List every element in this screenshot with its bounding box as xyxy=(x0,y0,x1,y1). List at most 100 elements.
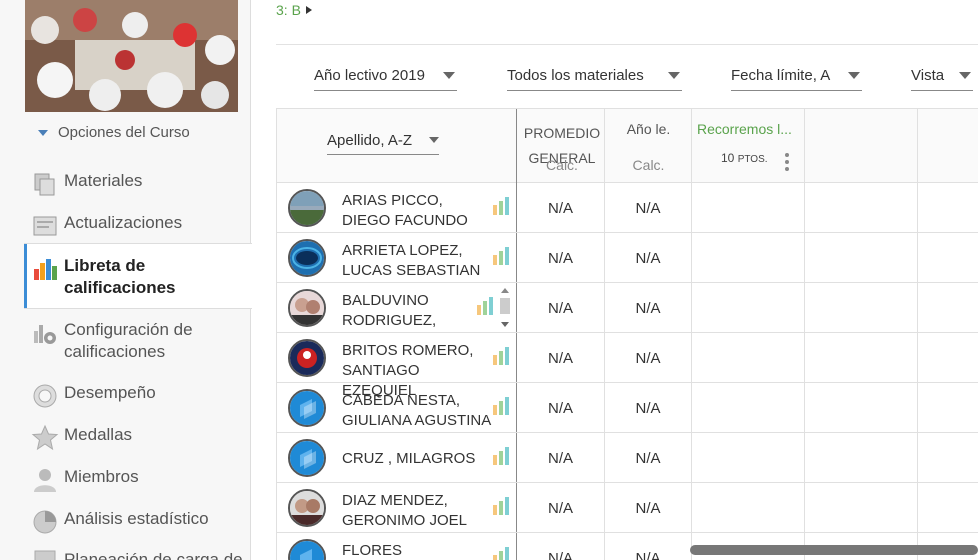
chevron-down-icon xyxy=(848,72,860,79)
avatar[interactable] xyxy=(288,189,326,227)
year-cell[interactable]: N/A xyxy=(605,433,691,483)
course-options-toggle[interactable]: Opciones del Curso xyxy=(38,124,190,141)
year-cell[interactable]: N/A xyxy=(605,233,691,283)
sidebar-item-planeacion[interactable]: Planeación de carga de xyxy=(24,549,251,560)
mastery-chart-icon[interactable] xyxy=(493,397,509,415)
updates-icon xyxy=(33,216,57,236)
promedio-cell[interactable]: N/A xyxy=(517,333,604,383)
promedio-cell[interactable]: N/A xyxy=(517,283,604,333)
sidebar-item-label: Planeación de carga de xyxy=(64,550,243,560)
sidebar-item-configuracion[interactable]: Configuración de calificaciones xyxy=(24,319,251,363)
avatar[interactable] xyxy=(288,539,326,560)
student-name[interactable]: BALDUVINO RODRIGUEZ, xyxy=(342,291,492,331)
view-select[interactable]: Vista xyxy=(911,64,973,91)
student-sort-label: Apellido, A-Z xyxy=(327,131,413,149)
sidebar-item-actualizaciones[interactable]: Actualizaciones xyxy=(24,212,251,240)
materials-filter-select[interactable]: Todos los materiales xyxy=(507,64,682,91)
due-date-sort-label: Fecha límite, A xyxy=(731,67,831,84)
year-filter-label: Año lectivo 2019 xyxy=(314,67,425,84)
promedio-cell[interactable]: N/A xyxy=(517,183,604,233)
student-name[interactable]: DIAZ MENDEZ, GERONIMO JOEL xyxy=(342,491,492,531)
sidebar-item-label: Materiales xyxy=(64,171,143,190)
more-options-icon[interactable] xyxy=(785,153,789,174)
year-cell[interactable]: N/A xyxy=(605,533,691,560)
mastery-chart-icon[interactable] xyxy=(493,547,509,560)
chevron-down-icon xyxy=(959,72,971,79)
table-row: DIAZ MENDEZ, GERONIMO JOEL N/A N/A xyxy=(277,483,978,533)
avatar[interactable] xyxy=(288,339,326,377)
breadcrumb-label: 3: B xyxy=(276,2,301,18)
year-calc-label: Calc. xyxy=(632,157,665,173)
promedio-cell[interactable]: N/A xyxy=(517,433,604,483)
analytics-icon xyxy=(33,510,57,534)
avatar[interactable] xyxy=(288,289,326,327)
chevron-down-icon xyxy=(668,72,680,79)
sidebar-item-label: Configuración de calificaciones xyxy=(64,320,193,361)
sidebar-item-label: Miembros xyxy=(64,467,139,486)
year-cell[interactable]: N/A xyxy=(605,483,691,533)
avatar[interactable] xyxy=(288,389,326,427)
avatar[interactable] xyxy=(288,439,326,477)
gradebook-grid: Apellido, A-Z PROMEDIO GENERAL Calc. Año… xyxy=(276,108,978,560)
sidebar-item-label: Actualizaciones xyxy=(64,213,183,232)
members-icon xyxy=(34,469,56,492)
points-value: 10 xyxy=(721,151,735,165)
mastery-chart-icon[interactable] xyxy=(493,497,509,515)
due-date-sort-select[interactable]: Fecha límite, A xyxy=(731,64,862,91)
mastery-chart-icon[interactable] xyxy=(493,247,509,265)
sidebar-item-label: Desempeño xyxy=(64,383,156,402)
promedio-cell[interactable]: N/A xyxy=(517,533,604,560)
student-name[interactable]: ARRIETA LOPEZ, LUCAS SEBASTIAN xyxy=(342,241,492,281)
sidebar-item-label: Análisis estadístico xyxy=(64,509,209,528)
view-label: Vista xyxy=(911,67,945,84)
sidebar-item-label: Medallas xyxy=(64,425,133,444)
grade-settings-icon xyxy=(34,325,56,344)
student-name[interactable]: FLORES FIGUEREDO, xyxy=(342,541,492,560)
student-name[interactable]: CRUZ , MILAGROS xyxy=(342,449,492,469)
avatar[interactable] xyxy=(288,489,326,527)
table-row: CABEDA NESTA, GIULIANA AGUSTINA N/A N/A xyxy=(277,383,978,433)
sidebar-item-miembros[interactable]: Miembros xyxy=(24,466,251,494)
course-photo[interactable] xyxy=(25,0,238,112)
year-cell[interactable]: N/A xyxy=(605,333,691,383)
caret-right-icon xyxy=(305,6,312,14)
promedio-cell[interactable]: N/A xyxy=(517,233,604,283)
course-options-label: Opciones del Curso xyxy=(58,124,190,141)
assignment-header-title[interactable]: Recorremos l... xyxy=(697,121,792,137)
performance-icon xyxy=(33,384,57,408)
promedio-calc-label: Calc. xyxy=(546,157,578,173)
student-name[interactable]: ARIAS PICCO, DIEGO FACUNDO xyxy=(342,191,492,231)
student-sort-select[interactable]: Apellido, A-Z xyxy=(327,129,439,155)
divider xyxy=(276,44,978,45)
grid-header: Apellido, A-Z PROMEDIO GENERAL Calc. Año… xyxy=(277,109,978,183)
mastery-chart-icon[interactable] xyxy=(493,197,509,215)
sidebar-item-medallas[interactable]: Medallas xyxy=(24,424,251,452)
promedio-cell[interactable]: N/A xyxy=(517,483,604,533)
chevron-down-icon xyxy=(429,137,439,143)
student-name[interactable]: CABEDA NESTA, GIULIANA AGUSTINA xyxy=(342,391,492,431)
year-cell[interactable]: N/A xyxy=(605,383,691,433)
points-unit: PTOS. xyxy=(737,154,768,165)
avatar[interactable] xyxy=(288,239,326,277)
badges-icon xyxy=(31,424,59,451)
year-cell[interactable]: N/A xyxy=(605,283,691,333)
mastery-chart-icon[interactable] xyxy=(493,347,509,365)
materials-icon xyxy=(34,173,55,196)
planning-icon xyxy=(34,550,56,560)
sidebar-item-analisis[interactable]: Análisis estadístico xyxy=(24,508,251,536)
chevron-down-icon xyxy=(443,72,455,79)
promedio-cell[interactable]: N/A xyxy=(517,383,604,433)
mastery-chart-icon[interactable] xyxy=(493,447,509,465)
mastery-chart-icon[interactable] xyxy=(477,297,493,315)
breadcrumb[interactable]: 3: B xyxy=(276,2,312,18)
materials-filter-label: Todos los materiales xyxy=(507,67,644,84)
horizontal-scrollbar[interactable] xyxy=(690,545,978,555)
year-filter-select[interactable]: Año lectivo 2019 xyxy=(314,64,457,91)
sidebar-item-materiales[interactable]: Materiales xyxy=(24,170,251,198)
sidebar-item-desempeno[interactable]: Desempeño xyxy=(24,382,251,410)
sidebar-item-libreta[interactable]: Libreta de calificaciones xyxy=(24,243,252,309)
year-cell[interactable]: N/A xyxy=(605,183,691,233)
name-scrollbar[interactable] xyxy=(497,286,513,330)
table-row: ARRIETA LOPEZ, LUCAS SEBASTIAN N/A N/A xyxy=(277,233,978,283)
table-row: CRUZ , MILAGROS N/A N/A xyxy=(277,433,978,483)
